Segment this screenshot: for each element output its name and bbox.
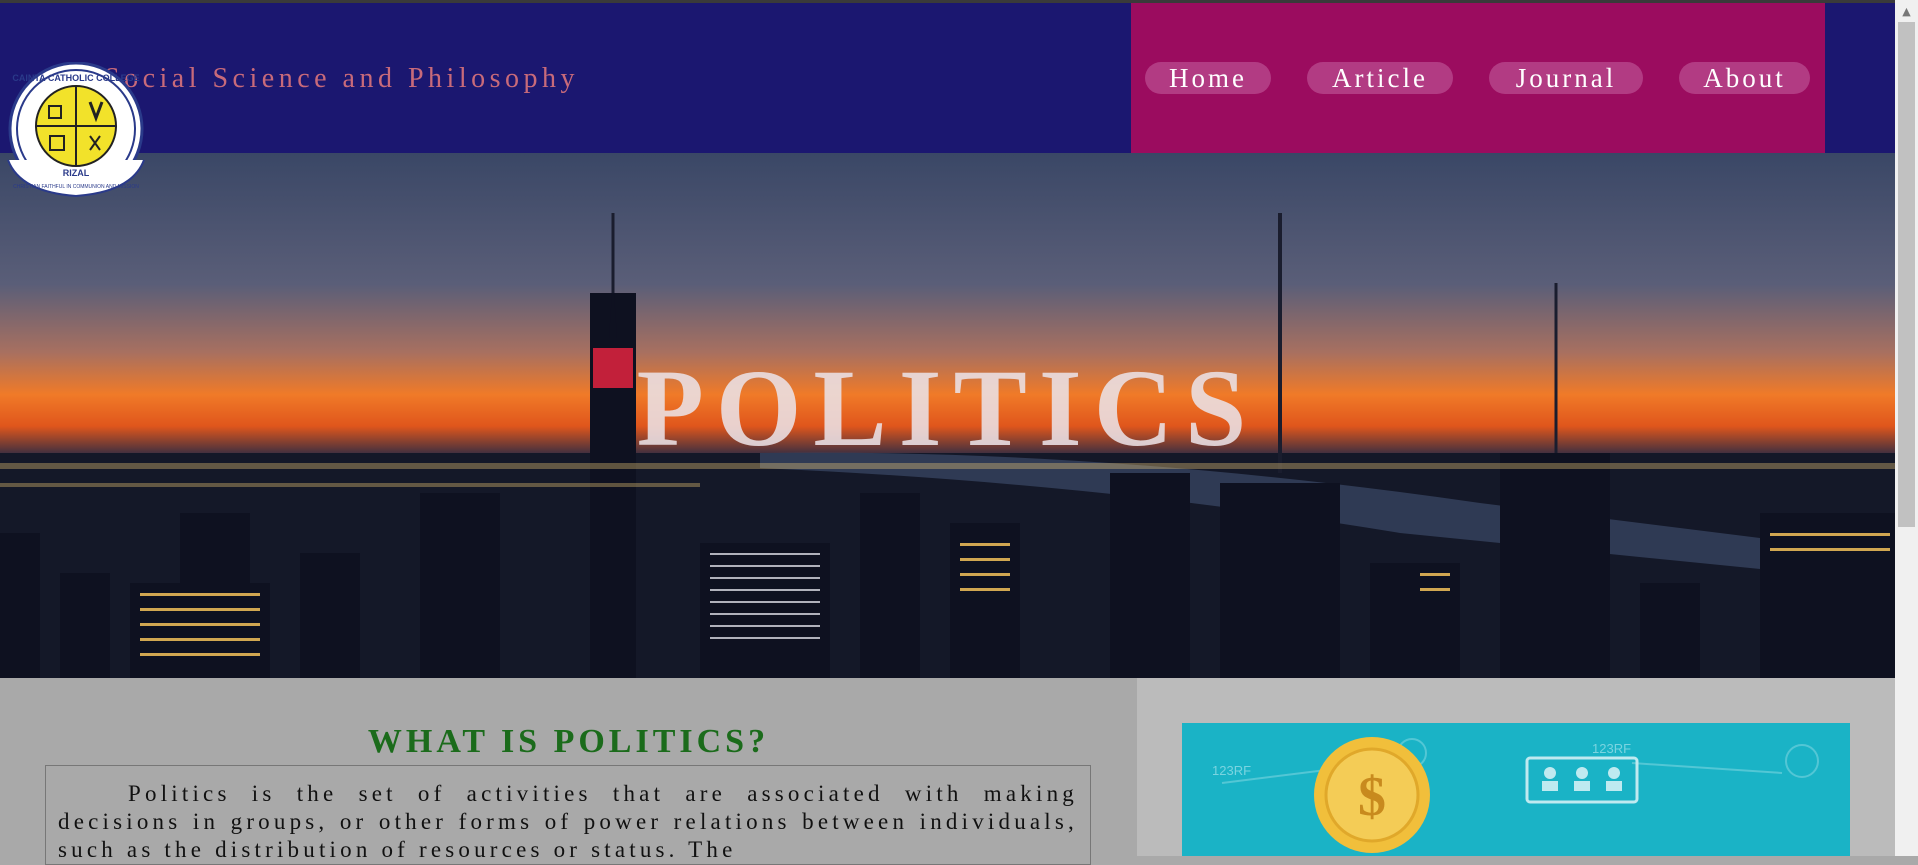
scrollbar-thumb[interactable] (1898, 22, 1915, 527)
college-logo[interactable]: CAINTA CATHOLIC COLLEGE RIZAL CHRISTIAN … (0, 61, 152, 200)
hero-banner: POLITICS (0, 153, 1895, 678)
vertical-scrollbar[interactable]: ▲ (1895, 0, 1918, 856)
scroll-up-arrow-icon[interactable]: ▲ (1895, 3, 1918, 20)
logo-rizal-text: RIZAL (63, 168, 90, 178)
watermark-right: 123RF (1592, 741, 1631, 756)
politics-illustration: 123RF 123RF $ (1182, 723, 1850, 856)
article-paragraph: Politics is the set of activities that a… (58, 781, 1078, 862)
logo-motto-text: CHRISTIAN FAITHFUL IN COMMUNION AND MISS… (13, 184, 139, 190)
nav-journal-link[interactable]: Journal (1489, 62, 1643, 94)
main-nav: Home Article Journal About (1131, 3, 1825, 153)
article-box: Politics is the set of activities that a… (45, 765, 1091, 865)
section-heading: WHAT IS POLITICS? (367, 723, 770, 760)
dollar-coin-icon: $ (1358, 766, 1386, 828)
site-title: Social Science and Philosophy (104, 63, 580, 94)
nav-article-link[interactable]: Article (1307, 62, 1453, 94)
hero-title: POLITICS (636, 347, 1259, 469)
watermark-left: 123RF (1212, 763, 1251, 778)
nav-about-link[interactable]: About (1679, 62, 1810, 94)
nav-home-link[interactable]: Home (1145, 62, 1271, 94)
logo-top-text: CAINTA CATHOLIC COLLEGE (12, 73, 139, 83)
